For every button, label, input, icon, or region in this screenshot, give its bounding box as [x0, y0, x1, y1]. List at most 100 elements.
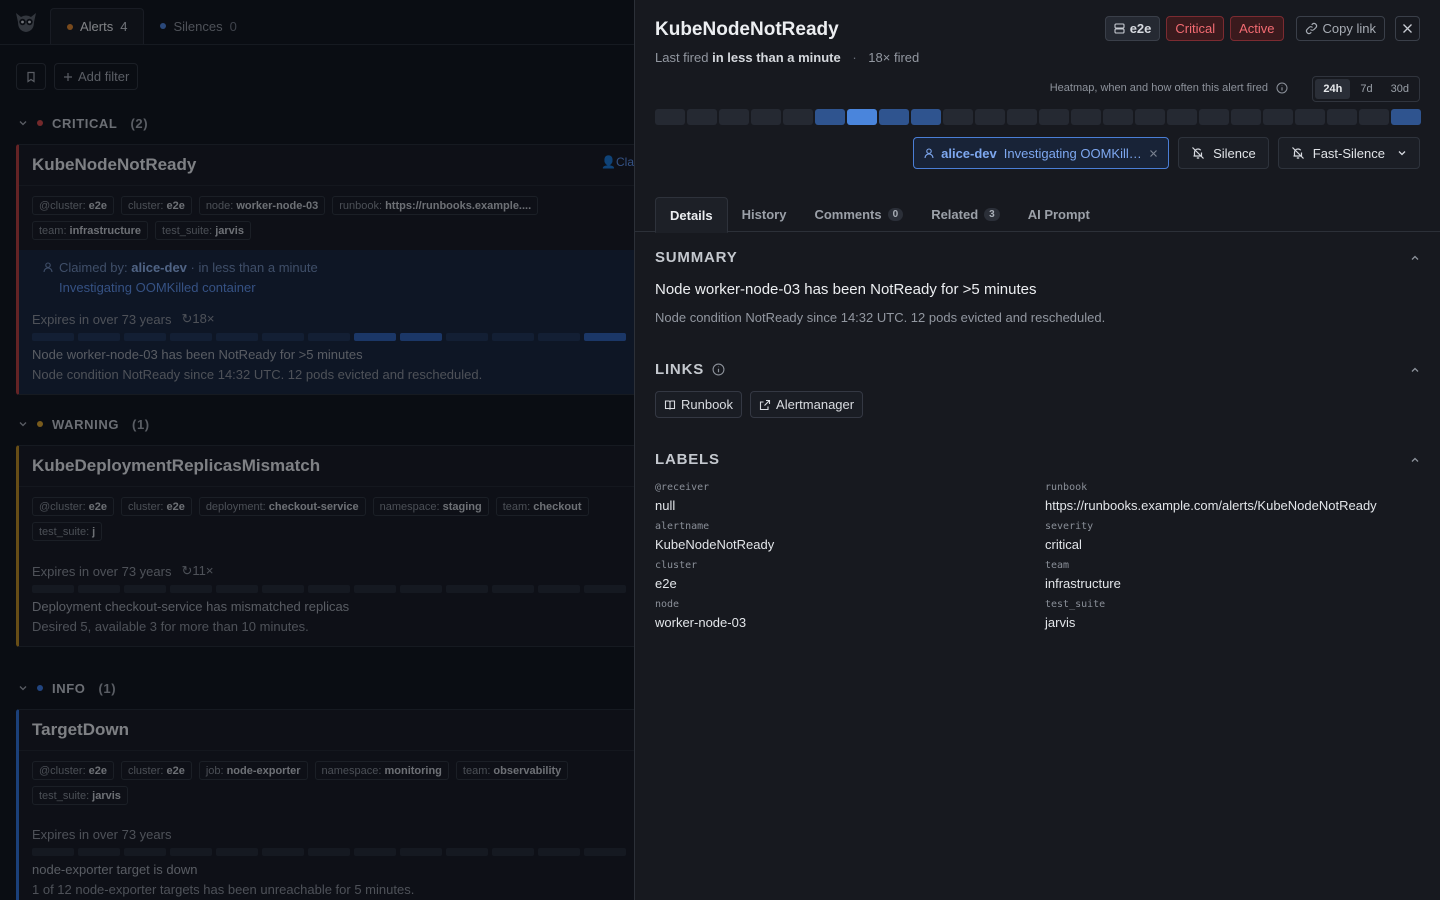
label-chip[interactable]: deployment: checkout-service: [198, 497, 366, 516]
label-key: runbook: [1045, 482, 1088, 493]
copy-link-label: Copy link: [1322, 21, 1376, 36]
card-body: Expires in over 73 years node-exporter t…: [19, 805, 634, 900]
group-critical-header[interactable]: CRITICAL (2): [0, 108, 634, 138]
labels-section-header[interactable]: LABELS: [655, 451, 1420, 468]
silence-button[interactable]: Silence: [1178, 137, 1269, 169]
info-icon[interactable]: [712, 363, 725, 376]
copy-link-button[interactable]: Copy link: [1295, 16, 1385, 41]
claim-chip[interactable]: alice-dev Investigating OOMKilled contai…: [913, 137, 1170, 169]
fast-silence-button[interactable]: Fast-Silence: [1277, 137, 1420, 169]
tab-history[interactable]: History: [728, 197, 801, 232]
runbook-link[interactable]: Runbook: [655, 391, 743, 418]
unclaim-close-icon[interactable]: [1149, 149, 1158, 158]
group-info-header[interactable]: INFO (1): [0, 673, 634, 703]
server-icon: [1114, 23, 1125, 34]
heat-cell: [170, 333, 212, 341]
label-chip[interactable]: node: worker-node-03: [198, 196, 326, 215]
card-title: TargetDown: [32, 720, 129, 739]
label-chip[interactable]: test_suite: jarvis: [32, 786, 128, 805]
heatmap-cell: [1039, 109, 1069, 125]
label-chips: @cluster: e2e cluster: e2e node: worker-nod…: [19, 185, 634, 240]
links-section-header[interactable]: LINKS: [655, 361, 1420, 378]
label-chip[interactable]: team: checkout: [495, 497, 589, 516]
label-chip[interactable]: test_suite: jarvis: [155, 221, 251, 240]
card-title: KubeNodeNotReady: [32, 155, 197, 174]
label-chip[interactable]: test_suite: j: [32, 522, 103, 541]
expires-text: Expires in over 73 years: [32, 563, 172, 579]
tab-comments[interactable]: Comments 0: [800, 197, 917, 232]
heatmap-cell: [975, 109, 1005, 125]
tab-related[interactable]: Related 3: [917, 197, 1014, 232]
alert-card-targetdown[interactable]: TargetDown @cluster: e2e cluster: e2e job:…: [16, 709, 634, 900]
tab-silences[interactable]: Silences 0: [144, 8, 252, 44]
chip-key: cluster:: [127, 764, 164, 777]
env-badge-label: e2e: [1129, 21, 1152, 36]
bell-off-icon: [1291, 146, 1305, 160]
tab-alerts[interactable]: Alerts 4: [50, 8, 145, 44]
label-value: jarvis: [1045, 615, 1076, 630]
alert-card-kubedeploymentreplicasmismatch[interactable]: KubeDeploymentReplicasMismatch @cluster:…: [16, 445, 634, 647]
summary-section-header[interactable]: SUMMARY: [655, 249, 1420, 266]
heat-cell: [308, 848, 350, 856]
label-chip[interactable]: @cluster: e2e: [32, 761, 114, 780]
mini-heatmap: [32, 585, 634, 593]
expires-line: Expires in over 73 years: [32, 827, 634, 842]
bookmark-button[interactable]: [16, 63, 46, 90]
label-key: team: [1045, 560, 1070, 571]
heatmap-cell: [719, 109, 749, 125]
alert-card-kubenodenotready[interactable]: KubeNodeNotReady 👤Cla @cluster: e2e clust…: [16, 144, 634, 395]
info-icon[interactable]: [1276, 82, 1288, 94]
range-30d[interactable]: 30d: [1383, 79, 1417, 99]
card-body: Expires in over 73 years ↻11× Deployment …: [19, 541, 634, 646]
heat-cell: [124, 333, 166, 341]
label-key: severity: [1045, 521, 1094, 532]
group-warning-header[interactable]: WARNING (1): [0, 409, 634, 439]
label-chip[interactable]: cluster: e2e: [120, 196, 192, 215]
add-filter-button[interactable]: Add filter: [54, 63, 139, 90]
tab-history-label: History: [741, 207, 787, 222]
label-chip[interactable]: namespace: staging: [372, 497, 489, 516]
panel-subtitle: Last fired in less than a minute · 18× f…: [655, 50, 919, 65]
label-chip[interactable]: cluster: e2e: [120, 497, 192, 516]
label-chip[interactable]: team: observability: [455, 761, 569, 780]
label-chip[interactable]: @cluster: e2e: [32, 196, 114, 215]
heatmap-cell: [911, 109, 941, 125]
owl-logo-icon[interactable]: [13, 10, 39, 34]
range-24h[interactable]: 24h: [1315, 79, 1351, 99]
label-chip[interactable]: namespace: monitoring: [314, 761, 449, 780]
panel-actions: alice-dev Investigating OOMKilled contai…: [913, 137, 1420, 169]
label-chip[interactable]: cluster: e2e: [120, 761, 192, 780]
heatmap-cell: [655, 109, 685, 125]
label-item: severity critical: [1045, 521, 1421, 552]
claim-tag-label: Cla: [615, 155, 634, 169]
chip-key: test_suite:: [39, 525, 90, 538]
fired-count-value: 11×: [192, 563, 214, 578]
heatmap-cell: [1071, 109, 1101, 125]
group-info-name: INFO: [52, 680, 86, 696]
alertmanager-link[interactable]: Alertmanager: [750, 391, 864, 418]
tab-ai-prompt[interactable]: AI Prompt: [1014, 197, 1104, 232]
chip-key: runbook:: [339, 199, 383, 212]
label-key: alertname: [655, 521, 710, 532]
label-chips: @cluster: e2e cluster: e2e deployment: chec…: [19, 486, 634, 541]
label-key: cluster: [655, 560, 698, 571]
heat-cell: [584, 333, 626, 341]
last-fired-value: in less than a minute: [712, 50, 841, 65]
range-7d[interactable]: 7d: [1352, 79, 1380, 99]
heat-cell: [492, 333, 534, 341]
chip-value: jarvis: [215, 224, 244, 237]
chip-value: e2e: [88, 500, 107, 513]
label-chip[interactable]: runbook: https://runbooks.example....: [332, 196, 539, 215]
label-chip[interactable]: job: node-exporter: [198, 761, 308, 780]
label-chip[interactable]: @cluster: e2e: [32, 497, 114, 516]
heatmap-cell: [1263, 109, 1293, 125]
link-icon: [1305, 22, 1318, 35]
chevron-up-icon: [1410, 253, 1420, 263]
chevron-down-icon: [1397, 148, 1407, 158]
close-button[interactable]: [1395, 16, 1420, 41]
card-description: Desired 5, available 3 for more than 10 …: [32, 619, 309, 634]
summary-description: Node condition NotReady since 14:32 UTC.…: [655, 310, 1106, 325]
tab-details[interactable]: Details: [655, 197, 728, 233]
chevron-down-icon: [18, 683, 28, 693]
label-chip[interactable]: team: infrastructure: [32, 221, 149, 240]
